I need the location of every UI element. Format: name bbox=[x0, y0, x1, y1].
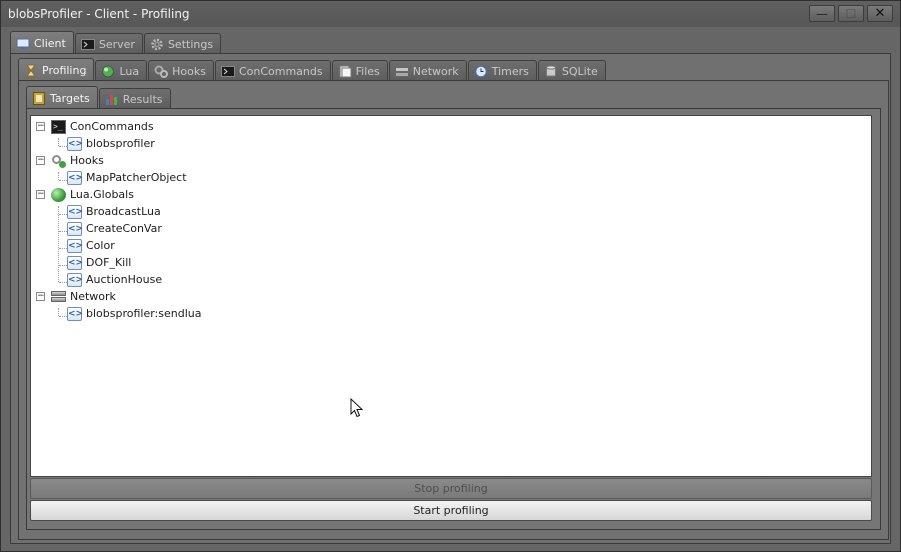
tree-item[interactable]: <> blobsprofiler bbox=[67, 135, 155, 152]
maximize-icon: ☐ bbox=[845, 6, 857, 21]
tree-group-label: Hooks bbox=[70, 154, 104, 167]
tab-hooks[interactable]: Hooks bbox=[148, 60, 214, 81]
terminal-icon bbox=[220, 65, 235, 78]
tree-group-network[interactable]: Network bbox=[51, 288, 116, 305]
tree-item-label: BroadcastLua bbox=[86, 205, 161, 218]
tree-group-label: ConCommands bbox=[70, 120, 154, 133]
tab-network[interactable]: Network bbox=[388, 60, 467, 81]
function-icon: <> bbox=[67, 306, 84, 321]
function-icon: <> bbox=[67, 170, 84, 185]
tree-item-label: CreateConVar bbox=[86, 222, 162, 235]
tab-targets[interactable]: Targets bbox=[26, 86, 98, 109]
targets-tree[interactable]: − ConCommands <> blobsprofiler − Hooks <… bbox=[30, 115, 872, 477]
tab-server-label: Server bbox=[98, 37, 135, 51]
tree-group-label: Network bbox=[70, 290, 116, 303]
network-icon bbox=[394, 65, 409, 78]
tab-client-label: Client bbox=[34, 36, 66, 50]
expander-hooks[interactable]: − bbox=[36, 156, 45, 165]
tree-item-label: blobsprofiler:sendlua bbox=[86, 307, 202, 320]
terminal-icon bbox=[51, 119, 66, 134]
tab-concommands[interactable]: ConCommands bbox=[214, 60, 331, 81]
tree-item[interactable]: <> AuctionHouse bbox=[67, 271, 162, 288]
bar-chart-icon bbox=[105, 93, 119, 106]
tab-server[interactable]: Server bbox=[74, 33, 143, 54]
tab-files-label: Files bbox=[355, 64, 380, 78]
main-tab-bar: Client Server Settings bbox=[10, 31, 222, 54]
tree-group-label: Lua.Globals bbox=[70, 188, 134, 201]
function-icon: <> bbox=[67, 221, 84, 236]
close-button[interactable]: ✕ bbox=[867, 5, 893, 22]
tree-group-concommands[interactable]: ConCommands bbox=[51, 118, 154, 135]
function-icon: <> bbox=[67, 136, 84, 151]
mouse-cursor-icon bbox=[350, 398, 364, 418]
tab-sqlite-label: SQLite bbox=[561, 64, 598, 78]
tree-item-label: blobsprofiler bbox=[86, 137, 155, 150]
tree-item-label: DOF_Kill bbox=[86, 256, 132, 269]
tab-lua[interactable]: Lua bbox=[95, 60, 148, 81]
tree-group-lua-globals[interactable]: Lua.Globals bbox=[51, 186, 134, 203]
tab-timers-label: Timers bbox=[491, 64, 529, 78]
window-title: blobsProfiler - Client - Profiling bbox=[8, 7, 190, 21]
title-bar[interactable]: blobsProfiler - Client - Profiling — ☐ ✕ bbox=[1, 1, 900, 27]
tree-item[interactable]: <> blobsprofiler:sendlua bbox=[67, 305, 201, 322]
tab-profiling[interactable]: Profiling bbox=[18, 58, 95, 81]
profiling-tab-bar: Targets Results bbox=[26, 86, 172, 109]
maximize-button[interactable]: ☐ bbox=[838, 5, 864, 22]
tree-item[interactable]: <> CreateConVar bbox=[67, 220, 162, 237]
start-profiling-label: Start profiling bbox=[413, 504, 489, 517]
function-icon: <> bbox=[67, 204, 84, 219]
tab-lua-label: Lua bbox=[119, 64, 140, 78]
tab-results[interactable]: Results bbox=[98, 88, 171, 109]
tree-item[interactable]: <> MapPatcherObject bbox=[67, 169, 187, 186]
tree-item-label: MapPatcherObject bbox=[86, 171, 187, 184]
tree-item[interactable]: <> DOF_Kill bbox=[67, 254, 131, 271]
minimize-icon: — bbox=[816, 6, 828, 21]
hourglass-icon bbox=[24, 64, 38, 77]
gear-icon bbox=[150, 38, 164, 51]
tab-settings[interactable]: Settings bbox=[143, 33, 222, 54]
monitor-icon bbox=[16, 37, 30, 50]
tab-timers[interactable]: Timers bbox=[467, 60, 537, 81]
tree-item-label: Color bbox=[86, 239, 115, 252]
tab-results-label: Results bbox=[122, 92, 163, 106]
terminal-icon bbox=[80, 38, 95, 51]
tree-group-hooks[interactable]: Hooks bbox=[51, 152, 104, 169]
start-profiling-button[interactable]: Start profiling bbox=[30, 500, 872, 521]
expander-lua-globals[interactable]: − bbox=[36, 190, 45, 199]
client-tab-bar: Profiling Lua Hooks ConCommands Files Ne… bbox=[18, 58, 607, 81]
stop-profiling-button[interactable]: Stop profiling bbox=[30, 478, 872, 499]
targets-icon bbox=[32, 91, 46, 105]
tree-item[interactable]: <> Color bbox=[67, 237, 115, 254]
tab-network-label: Network bbox=[412, 64, 459, 78]
minimize-button[interactable]: — bbox=[809, 5, 835, 22]
tab-files[interactable]: Files bbox=[331, 60, 388, 81]
globe-icon bbox=[51, 187, 66, 202]
function-icon: <> bbox=[67, 272, 84, 287]
database-icon bbox=[544, 65, 558, 78]
hook-icon bbox=[51, 154, 66, 168]
function-icon: <> bbox=[67, 238, 84, 253]
tab-concommands-label: ConCommands bbox=[238, 64, 323, 78]
hook-icon bbox=[154, 65, 169, 78]
expander-concommands[interactable]: − bbox=[36, 122, 45, 131]
tab-client[interactable]: Client bbox=[10, 31, 74, 54]
clock-icon bbox=[474, 64, 488, 78]
stop-profiling-label: Stop profiling bbox=[414, 482, 488, 495]
tree-item[interactable]: <> BroadcastLua bbox=[67, 203, 161, 220]
tab-profiling-label: Profiling bbox=[42, 63, 87, 77]
globe-icon bbox=[101, 65, 115, 78]
tab-hooks-label: Hooks bbox=[172, 64, 206, 78]
tab-targets-label: Targets bbox=[50, 91, 90, 105]
tree-item-label: AuctionHouse bbox=[86, 273, 163, 286]
tab-settings-label: Settings bbox=[167, 37, 214, 51]
folder-icon bbox=[338, 65, 352, 78]
tab-sqlite[interactable]: SQLite bbox=[537, 60, 606, 81]
function-icon: <> bbox=[67, 255, 84, 270]
expander-network[interactable]: − bbox=[36, 292, 45, 301]
network-icon bbox=[51, 290, 66, 304]
close-icon: ✕ bbox=[874, 6, 886, 21]
